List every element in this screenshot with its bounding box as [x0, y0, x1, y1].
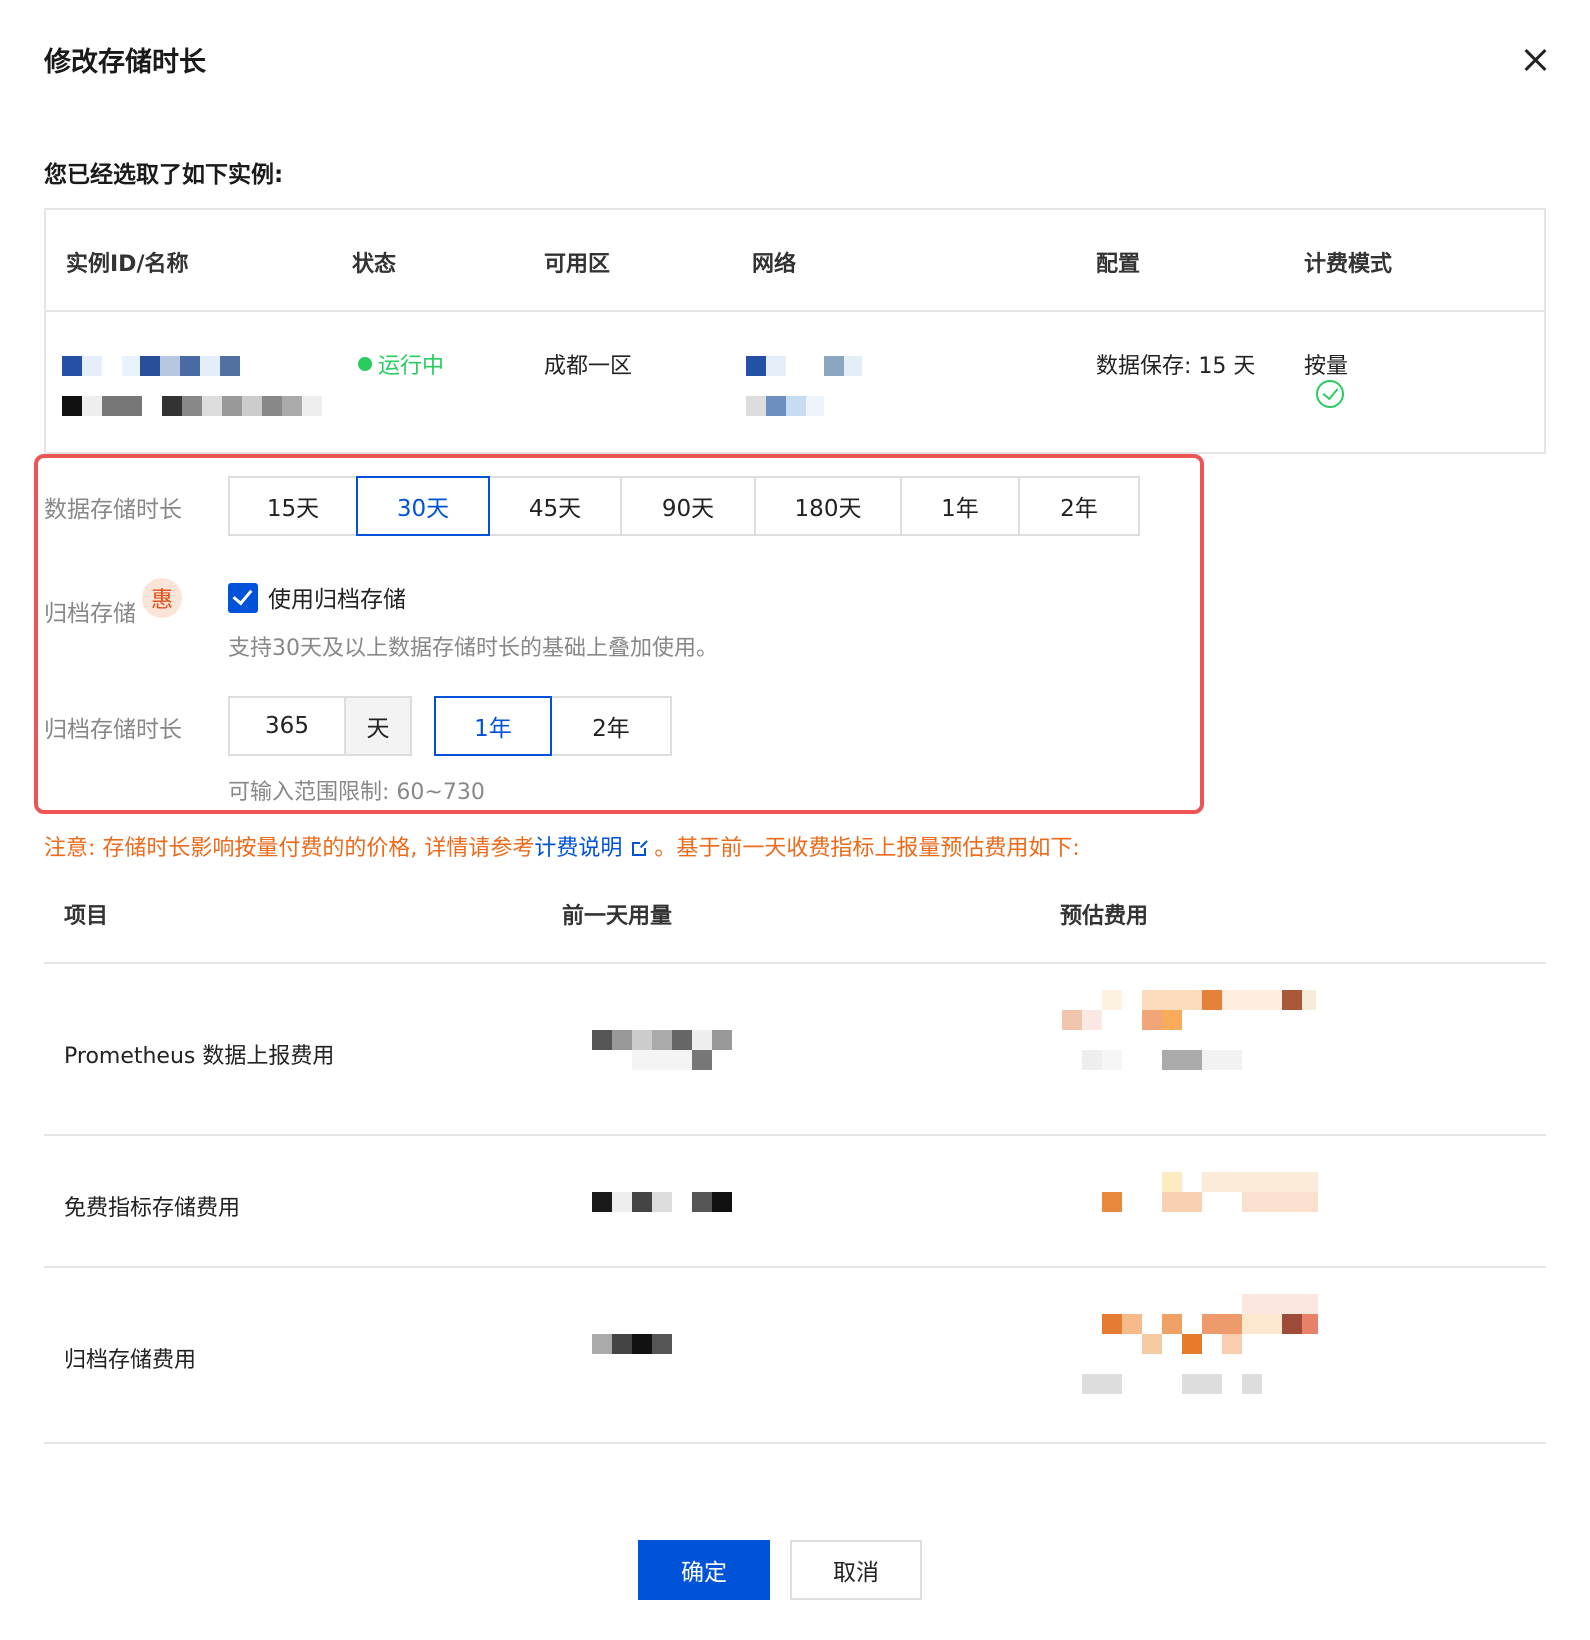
selected-instances-heading: 您已经选取了如下实例:	[44, 162, 284, 188]
archive-duration-label: 归档存储时长	[44, 717, 182, 743]
archive-duration-selector: 1年 2年	[434, 696, 672, 756]
cost-row-divider-1	[44, 1134, 1546, 1136]
cost-row-prometheus: Prometheus 数据上报费用	[64, 1044, 335, 1069]
status-text: 运行中	[378, 354, 445, 379]
duration-option-180d[interactable]: 180天	[754, 476, 902, 536]
cost-row-free-metrics: 免费指标存储费用	[64, 1196, 241, 1221]
col-network: 网络	[752, 252, 797, 277]
archive-days-input[interactable]	[228, 696, 346, 756]
instance-table: 实例ID/名称 状态 可用区 网络 配置 计费模式 运行中 成都一区 数据保存:…	[44, 208, 1546, 454]
col-status: 状态	[352, 252, 397, 277]
duration-option-45d[interactable]: 45天	[488, 476, 622, 536]
cost-row-divider-2	[44, 1266, 1546, 1268]
archive-label: 归档存储	[44, 601, 136, 627]
duration-option-90d[interactable]: 90天	[620, 476, 756, 536]
pricing-notice: 注意: 存储时长影响按量付费的的价格, 详情请参考计费说明 。基于前一天收费指标上…	[44, 830, 1080, 862]
cost-col-estimate: 预估费用	[1060, 904, 1149, 929]
col-instance-id: 实例ID/名称	[66, 252, 189, 277]
archive-option-1y[interactable]: 1年	[434, 696, 552, 756]
status-dot-icon	[358, 357, 372, 371]
col-config: 配置	[1096, 252, 1141, 277]
duration-option-1y[interactable]: 1年	[900, 476, 1020, 536]
dialog-title: 修改存储时长	[44, 47, 206, 78]
archive-days-unit: 天	[344, 696, 412, 756]
notice-prefix: 注意: 存储时长影响按量付费的的价格, 详情请参考	[44, 836, 535, 861]
zone-cell: 成都一区	[544, 354, 633, 379]
cost-row-archive: 归档存储费用	[64, 1348, 197, 1373]
archive-option-2y[interactable]: 2年	[550, 696, 672, 756]
check-circle-icon	[1316, 380, 1344, 408]
cost-col-item: 项目	[64, 904, 109, 929]
external-link-icon[interactable]	[632, 840, 649, 856]
modify-storage-dialog: 修改存储时长 您已经选取了如下实例: 实例ID/名称 状态 可用区 网络 配置 …	[0, 0, 1590, 1640]
col-zone: 可用区	[544, 252, 611, 277]
billing-doc-link[interactable]: 计费说明	[534, 836, 622, 861]
notice-suffix: 。基于前一天收费指标上报量预估费用如下:	[654, 836, 1080, 861]
confirm-button[interactable]: 确定	[638, 1540, 770, 1600]
archive-hint: 支持30天及以上数据存储时长的基础上叠加使用。	[228, 636, 718, 661]
duration-option-2y[interactable]: 2年	[1018, 476, 1140, 536]
cost-col-usage: 前一天用量	[562, 904, 673, 929]
cost-table-bottom	[44, 1442, 1546, 1444]
config-cell: 数据保存: 15 天	[1096, 354, 1256, 379]
close-icon[interactable]	[1518, 44, 1552, 78]
duration-selector: 15天 30天 45天 90天 180天 1年 2年	[228, 476, 1140, 536]
instance-table-header: 实例ID/名称 状态 可用区 网络 配置 计费模式	[46, 210, 1544, 312]
duration-label: 数据存储时长	[44, 497, 182, 523]
billing-cell: 按量	[1304, 354, 1349, 379]
cancel-button[interactable]: 取消	[790, 1540, 922, 1600]
cost-header-divider	[44, 962, 1546, 964]
archive-range-hint: 可输入范围限制: 60~730	[228, 780, 485, 805]
discount-badge: 惠	[142, 578, 182, 618]
status-cell: 运行中	[358, 348, 444, 380]
col-billing: 计费模式	[1304, 252, 1393, 277]
archive-checkbox[interactable]	[228, 583, 258, 613]
duration-option-15d[interactable]: 15天	[228, 476, 358, 536]
archive-checkbox-label[interactable]: 使用归档存储	[268, 580, 406, 614]
duration-option-30d[interactable]: 30天	[356, 476, 490, 536]
